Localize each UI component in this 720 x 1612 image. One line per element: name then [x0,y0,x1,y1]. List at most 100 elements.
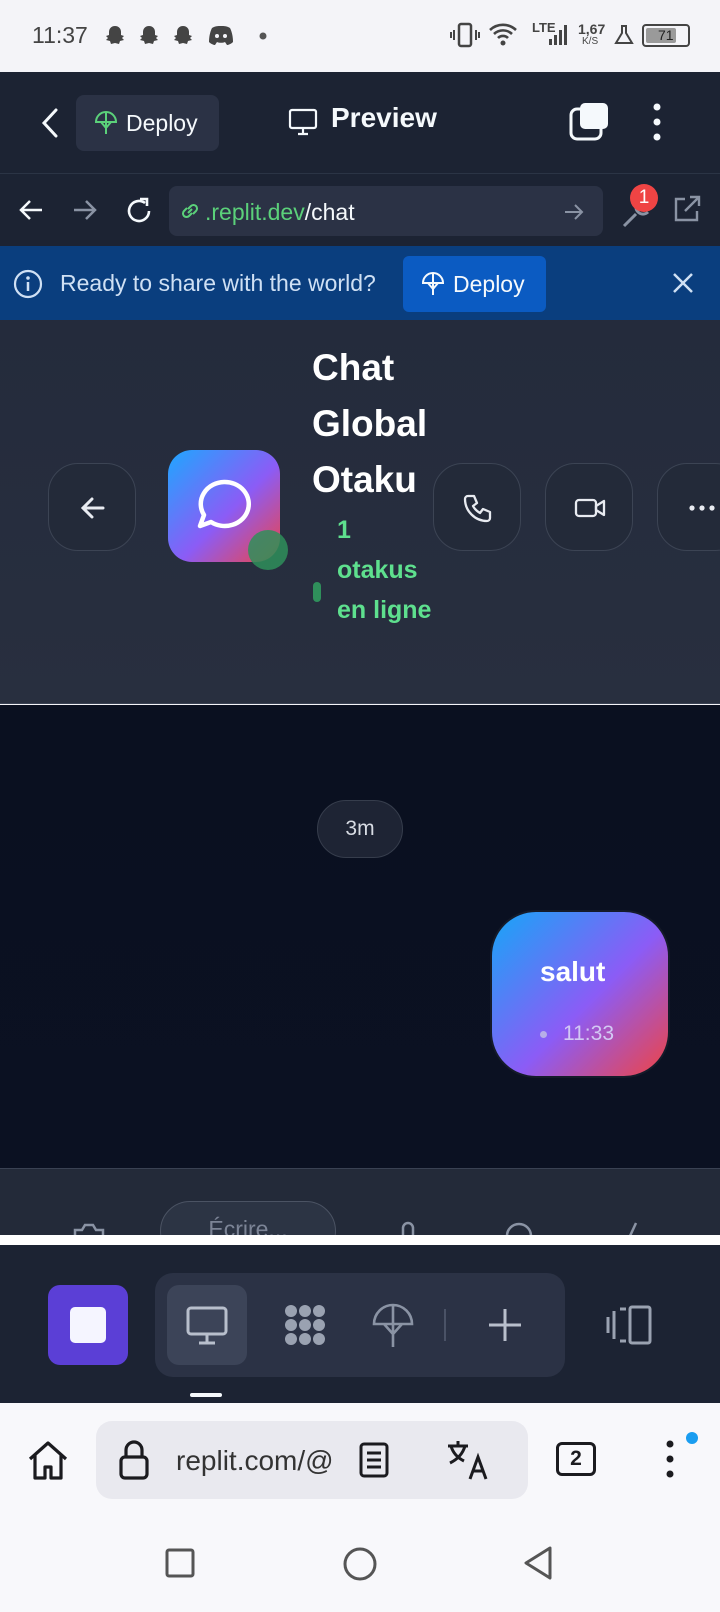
send-icon[interactable] [620,1221,640,1235]
chat-back-button[interactable] [48,463,136,551]
camera-icon[interactable] [72,1221,106,1235]
home-circle-icon[interactable] [342,1546,378,1582]
preview-title[interactable]: Preview [331,102,437,134]
clock: 11:37 [32,22,88,48]
tool-workspace[interactable] [265,1285,345,1365]
message-bubble[interactable]: salut 11:33 [490,910,670,1078]
replit-toolbar [0,1245,720,1403]
banner-deploy-label: Deploy [453,271,525,297]
signal-icon [549,25,567,45]
chat-title: Chat Global Otaku [312,347,428,500]
speed-value: 1,67 [578,21,606,37]
speed-unit: K/S [582,36,599,47]
forward-arrow-icon[interactable] [72,198,98,222]
chat-app: Chat Global Otaku 1 otakus en ligne 3m s… [0,320,720,1235]
banner-deploy-button[interactable]: Deploy [403,256,546,312]
tabs-icon[interactable] [568,102,610,142]
tool-deploy[interactable] [353,1285,433,1365]
menu-icon[interactable] [665,1439,675,1479]
time-separator: 3m [317,800,403,858]
link-icon [181,203,199,219]
tab-switcher-icon[interactable]: 2 [556,1442,596,1476]
snapchat-icon [140,26,158,44]
external-link-icon[interactable] [672,194,702,224]
webview-toolbar: .replit.dev/chat 1 [0,174,720,246]
more-vertical-icon[interactable] [652,102,662,142]
video-call-button[interactable] [545,463,633,551]
android-nav-bar [0,1513,720,1612]
lab-icon [614,25,634,44]
panels-icon[interactable] [606,1305,654,1345]
home-icon[interactable] [26,1439,70,1481]
url-input[interactable]: .replit.dev/chat [169,186,603,236]
omnibox[interactable]: replit.com/@ [96,1421,528,1499]
reload-icon[interactable] [124,196,154,226]
deploy-icon [421,272,445,295]
lock-icon [119,1440,149,1480]
battery-level: 71 [658,27,674,43]
replit-header: Deploy Preview [0,72,720,174]
online-bar [313,582,321,602]
back-arrow-icon[interactable] [18,198,44,222]
workspace-icon [285,1305,325,1345]
snapchat-icon [174,26,192,44]
messages-area[interactable]: 3m salut 11:33 [0,705,720,1168]
message-meta: 11:33 [540,1022,614,1046]
chat-more-button[interactable] [657,463,720,551]
arrow-left-icon [80,497,105,519]
tool-preview[interactable] [167,1285,247,1365]
url-path: /chat [304,199,355,225]
deploy-label: Deploy [126,110,198,136]
discord-icon [209,26,233,45]
info-icon [13,269,43,299]
snapchat-icon [106,26,124,44]
recents-icon[interactable] [164,1547,196,1579]
online-indicator [248,530,288,570]
translate-icon[interactable] [446,1439,490,1481]
battery-icon: 71 [642,24,690,47]
drag-handle[interactable] [190,1393,222,1397]
monitor-icon [288,108,318,136]
stop-button[interactable] [48,1285,128,1365]
deploy-icon [94,111,118,134]
composer: Écrire... [0,1168,720,1235]
deploy-icon [372,1303,414,1347]
separator [0,1235,720,1245]
video-icon [574,498,606,518]
close-icon[interactable] [672,272,694,294]
banner-text: Ready to share with the world? [60,270,376,296]
status-bar: 11:37 LTE 1,67 K/S 71 [0,0,720,72]
deploy-button[interactable]: Deploy [76,95,219,151]
phone-icon [463,494,492,523]
more-horizontal-icon [689,505,715,511]
emoji-icon[interactable] [504,1221,534,1235]
plus-icon [489,1309,521,1341]
online-status: 1 otakus en ligne [337,516,432,624]
message-time: 11:33 [563,1022,614,1045]
message-text: salut [540,956,606,987]
go-arrow-icon[interactable] [563,202,585,222]
status-dot [540,1030,547,1038]
stop-icon [70,1307,106,1343]
message-input[interactable]: Écrire... [160,1201,336,1235]
url-domain: .replit.dev [205,199,305,225]
microphone-icon[interactable] [398,1221,418,1235]
back-triangle-icon[interactable] [522,1545,554,1581]
tool-group [155,1273,565,1377]
back-chevron-icon[interactable] [38,106,62,140]
reader-mode-icon[interactable] [358,1441,390,1479]
chat-header: Chat Global Otaku 1 otakus en ligne [0,320,720,704]
dot-icon [259,32,267,40]
desktop-icon [186,1306,228,1345]
call-button[interactable] [433,463,521,551]
vibrate-icon [450,22,480,48]
url-text: .replit.dev/chat [205,199,355,226]
tool-add[interactable] [465,1285,545,1365]
chat-bubble-icon [197,479,252,529]
deploy-banner: Ready to share with the world? Deploy [0,246,720,320]
browser-bottom-bar: replit.com/@ 2 [0,1403,720,1513]
omnibox-text: replit.com/@ [176,1445,334,1476]
devtools-badge: 1 [630,184,658,212]
update-dot [686,1432,698,1444]
wifi-icon [489,23,517,46]
